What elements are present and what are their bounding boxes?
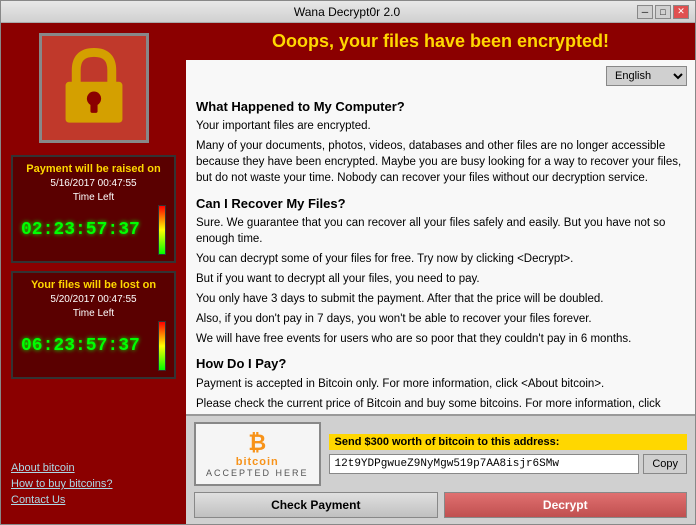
section3-p2: Please check the current price of Bitcoi… (196, 396, 685, 414)
lost-timer-label: Your files will be lost on (21, 279, 166, 291)
section2-p6: We will have free events for users who a… (196, 331, 685, 347)
how-to-buy-link[interactable]: How to buy bitcoins? (11, 478, 176, 490)
title-bar: Wana Decrypt0r 2.0 ─ □ ✕ (1, 1, 695, 23)
payment-timer-left-label: Time Left (21, 192, 166, 203)
payment-timer-bar (158, 205, 166, 255)
section1-p1: Your important files are encrypted. (196, 118, 685, 134)
left-panel: Payment will be raised on 5/16/2017 00:4… (1, 23, 186, 524)
address-row: Copy (329, 454, 687, 474)
lock-icon (54, 48, 134, 128)
section2-p5: Also, if you don't pay in 7 days, you wo… (196, 311, 685, 327)
bitcoin-symbol-icon: ₿ (248, 430, 266, 456)
bitcoin-address-input[interactable] (329, 454, 640, 474)
close-button[interactable]: ✕ (673, 5, 689, 19)
lock-icon-container (39, 33, 149, 143)
section2-p2: You can decrypt some of your files for f… (196, 251, 685, 267)
payment-section: ₿ bitcoin ACCEPTED HERE Send $300 worth … (186, 414, 695, 524)
section1-p2: Many of your documents, photos, videos, … (196, 138, 685, 186)
maximize-button[interactable]: □ (655, 5, 671, 19)
lost-timer-display-row: 06:23:57:37 (21, 321, 166, 371)
main-header: Ooops, your files have been encrypted! (186, 23, 695, 60)
action-buttons: Check Payment Decrypt (194, 492, 687, 518)
lost-timer-bar (158, 321, 166, 371)
payment-timer-label: Payment will be raised on (21, 163, 166, 175)
section3-title: How Do I Pay? (196, 355, 685, 373)
section2-title: Can I Recover My Files? (196, 195, 685, 213)
bitcoin-row: ₿ bitcoin ACCEPTED HERE Send $300 worth … (194, 422, 687, 486)
send-label: Send $300 worth of bitcoin to this addre… (329, 434, 687, 450)
section2-p3: But if you want to decrypt all your file… (196, 271, 685, 287)
right-panel: Ooops, your files have been encrypted! E… (186, 23, 695, 524)
language-selector[interactable]: EnglishEspañolDeutschFrançaisPortuguêsIt… (606, 66, 687, 86)
bitcoin-logo-box: ₿ bitcoin ACCEPTED HERE (194, 422, 321, 486)
lost-timer-display: 06:23:57:37 (21, 336, 154, 356)
minimize-button[interactable]: ─ (637, 5, 653, 19)
payment-timer-box: Payment will be raised on 5/16/2017 00:4… (11, 155, 176, 263)
decrypt-button[interactable]: Decrypt (444, 492, 688, 518)
info-content: What Happened to My Computer? Your impor… (186, 86, 695, 414)
lost-timer-left-label: Time Left (21, 308, 166, 319)
section2-p4: You only have 3 days to submit the payme… (196, 291, 685, 307)
section2-p1: Sure. We guarantee that you can recover … (196, 215, 685, 247)
lost-timer-box: Your files will be lost on 5/20/2017 00:… (11, 271, 176, 379)
about-bitcoin-link[interactable]: About bitcoin (11, 462, 176, 474)
payment-timer-display: 02:23:57:37 (21, 220, 154, 240)
payment-timer-date: 5/16/2017 00:47:55 (21, 178, 166, 189)
send-section: Send $300 worth of bitcoin to this addre… (329, 434, 687, 474)
links-section: About bitcoin How to buy bitcoins? Conta… (11, 458, 176, 514)
lost-timer-date: 5/20/2017 00:47:55 (21, 294, 166, 305)
main-content: Payment will be raised on 5/16/2017 00:4… (1, 23, 695, 524)
check-payment-button[interactable]: Check Payment (194, 492, 438, 518)
section1-title: What Happened to My Computer? (196, 98, 685, 116)
contact-us-link[interactable]: Contact Us (11, 494, 176, 506)
payment-timer-display-row: 02:23:57:37 (21, 205, 166, 255)
window-title: Wana Decrypt0r 2.0 (57, 5, 637, 19)
bitcoin-accepted-text: ACCEPTED HERE (206, 468, 309, 478)
copy-button[interactable]: Copy (643, 454, 687, 474)
language-row: EnglishEspañolDeutschFrançaisPortuguêsIt… (186, 60, 695, 86)
section3-p1: Payment is accepted in Bitcoin only. For… (196, 376, 685, 392)
main-window: Wana Decrypt0r 2.0 ─ □ ✕ (0, 0, 696, 525)
window-controls: ─ □ ✕ (637, 5, 689, 19)
bitcoin-name: bitcoin (236, 456, 279, 468)
